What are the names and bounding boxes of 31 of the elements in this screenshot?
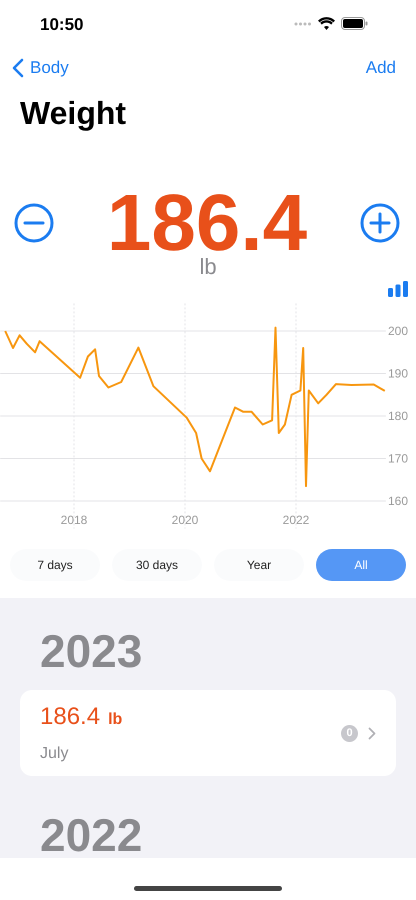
page-title: Weight (19, 94, 128, 133)
axis-label: 200 (388, 324, 408, 338)
entry-unit: lb (108, 711, 122, 729)
count-badge: 0 (341, 724, 358, 742)
range-tab[interactable]: All (316, 549, 406, 581)
entry-month: July (40, 745, 70, 763)
axis-label: 160 (388, 494, 408, 508)
range-tab[interactable]: 7 days (10, 549, 100, 581)
axis-label: 170 (388, 452, 408, 466)
chevron-left-icon (12, 58, 24, 78)
axis-label: 190 (388, 366, 408, 380)
signal-icon (294, 22, 312, 26)
axis-label: 2018 (60, 513, 88, 527)
add-button[interactable]: Add (366, 58, 396, 78)
year-heading: 2022 (39, 812, 144, 858)
back-button[interactable]: Body (12, 58, 69, 78)
axis-label: 2020 (172, 513, 198, 527)
plus-icon[interactable] (360, 203, 400, 243)
minus-icon[interactable] (14, 203, 54, 243)
chevron-right-icon (368, 726, 376, 740)
battery-icon (341, 17, 368, 30)
entry-value: 186.4 (40, 703, 100, 731)
status-time: 10:50 (40, 14, 84, 34)
range-tab[interactable]: 30 days (112, 549, 202, 581)
range-tab[interactable]: Year (214, 549, 304, 581)
axis-label: 2022 (282, 513, 310, 527)
wifi-icon (318, 17, 335, 30)
bar-chart-icon[interactable] (388, 281, 408, 297)
entry-card[interactable]: 186.4 lb July 0 (20, 690, 396, 776)
year-heading: 2023 (39, 628, 144, 674)
axis-label: 180 (388, 409, 408, 423)
